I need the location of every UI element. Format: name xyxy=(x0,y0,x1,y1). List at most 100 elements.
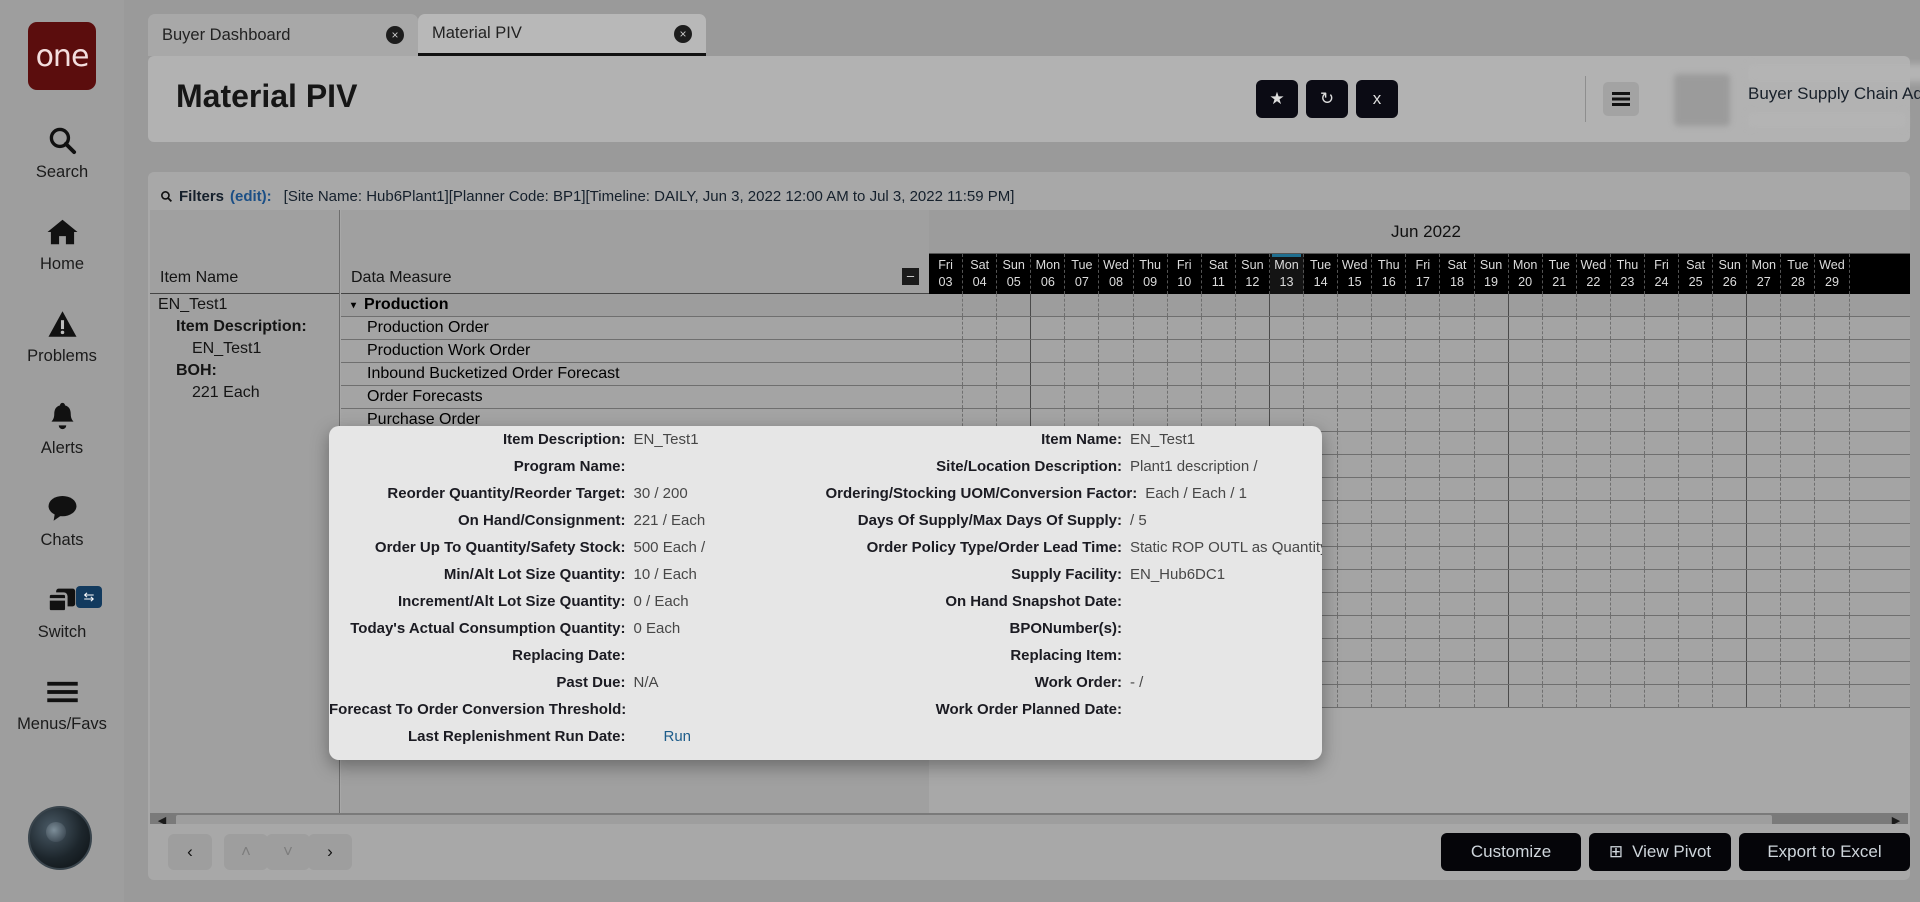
timeline-cell[interactable] xyxy=(1304,294,1339,316)
timeline-cell[interactable] xyxy=(1679,593,1714,615)
timeline-cell[interactable] xyxy=(1679,363,1714,385)
timeline-cell[interactable] xyxy=(1577,317,1611,339)
timeline-cell[interactable] xyxy=(1781,340,1816,362)
measure-group-row[interactable]: ▾ Production xyxy=(341,294,929,317)
timeline-cell[interactable] xyxy=(1577,685,1611,707)
timeline-cell[interactable] xyxy=(1509,547,1543,569)
timeline-cell[interactable] xyxy=(1577,409,1611,431)
timeline-cell[interactable] xyxy=(1134,386,1168,408)
timeline-cell[interactable] xyxy=(1338,593,1373,615)
timeline-cell[interactable] xyxy=(963,317,998,339)
timeline-cell[interactable] xyxy=(1611,501,1645,523)
timeline-cell[interactable] xyxy=(1509,662,1543,684)
timeline-cell[interactable] xyxy=(1781,524,1816,546)
sidebar-item-home[interactable]: Home xyxy=(0,212,124,274)
timeline-cell[interactable] xyxy=(1645,501,1680,523)
timeline-cell[interactable] xyxy=(1577,432,1611,454)
timeline-cell[interactable] xyxy=(1611,593,1645,615)
timeline-cell[interactable] xyxy=(1372,455,1407,477)
timeline-cell[interactable] xyxy=(1372,478,1407,500)
timeline-cell[interactable] xyxy=(1475,501,1509,523)
timeline-cell[interactable] xyxy=(1338,455,1373,477)
timeline-cell[interactable] xyxy=(1713,478,1748,500)
timeline-cell[interactable] xyxy=(1270,340,1305,362)
timeline-cell[interactable] xyxy=(1679,455,1714,477)
day-header-cell[interactable]: Wed 29 xyxy=(1815,254,1850,294)
timeline-cell[interactable] xyxy=(1406,294,1441,316)
timeline-cell[interactable] xyxy=(1543,386,1577,408)
timeline-cell[interactable] xyxy=(1475,616,1509,638)
timeline-cell[interactable] xyxy=(1509,639,1543,661)
timeline-cell[interactable] xyxy=(1747,501,1782,523)
sidebar-item-problems[interactable]: Problems xyxy=(0,304,124,366)
timeline-cell[interactable] xyxy=(1440,386,1475,408)
timeline-cell[interactable] xyxy=(1679,294,1714,316)
timeline-cell[interactable] xyxy=(1781,662,1816,684)
switch-badge-icon[interactable]: ⇆ xyxy=(76,586,102,608)
timeline-cell[interactable] xyxy=(1440,685,1475,707)
timeline-cell[interactable] xyxy=(1781,639,1816,661)
timeline-cell[interactable] xyxy=(1440,317,1475,339)
timeline-cell[interactable] xyxy=(1236,340,1270,362)
timeline-cell[interactable] xyxy=(1372,616,1407,638)
timeline-cell[interactable] xyxy=(1543,639,1577,661)
timeline-cell[interactable] xyxy=(1440,593,1475,615)
timeline-cell[interactable] xyxy=(1202,317,1236,339)
timeline-cell[interactable] xyxy=(1372,524,1407,546)
timeline-cell[interactable] xyxy=(1679,478,1714,500)
timeline-cell[interactable] xyxy=(1509,363,1543,385)
timeline-cell[interactable] xyxy=(1747,685,1782,707)
timeline-cell[interactable] xyxy=(1475,317,1509,339)
timeline-cell[interactable] xyxy=(1475,593,1509,615)
timeline-cell[interactable] xyxy=(1543,409,1577,431)
timeline-cell[interactable] xyxy=(1713,409,1748,431)
sidebar-item-chats[interactable]: Chats xyxy=(0,488,124,550)
timeline-cell[interactable] xyxy=(1679,685,1714,707)
timeline-cell[interactable] xyxy=(1440,547,1475,569)
timeline-cell[interactable] xyxy=(1645,593,1680,615)
day-header-cell[interactable]: Wed 22 xyxy=(1577,254,1611,294)
timeline-cell[interactable] xyxy=(1543,593,1577,615)
timeline-cell[interactable] xyxy=(1099,386,1134,408)
timeline-cell[interactable] xyxy=(1509,478,1543,500)
avatar[interactable] xyxy=(1674,74,1730,126)
timeline-cell[interactable] xyxy=(1440,363,1475,385)
timeline-cell[interactable] xyxy=(1645,524,1680,546)
timeline-cell[interactable] xyxy=(1406,363,1441,385)
timeline-cell[interactable] xyxy=(1645,363,1680,385)
timeline-cell[interactable] xyxy=(1679,616,1714,638)
app-logo[interactable]: one xyxy=(28,22,96,90)
timeline-cell[interactable] xyxy=(1747,409,1782,431)
timeline-cell[interactable] xyxy=(1372,363,1407,385)
day-header-cell[interactable]: Sun 05 xyxy=(997,254,1032,294)
timeline-cell[interactable] xyxy=(1543,524,1577,546)
timeline-cell[interactable] xyxy=(1236,386,1270,408)
timeline-cell[interactable] xyxy=(997,340,1032,362)
timeline-cell[interactable] xyxy=(1815,409,1850,431)
timeline-cell[interactable] xyxy=(1031,317,1066,339)
timeline-cell[interactable] xyxy=(1645,432,1680,454)
timeline-cell[interactable] xyxy=(1713,432,1748,454)
timeline-cell[interactable] xyxy=(1509,616,1543,638)
timeline-cell[interactable] xyxy=(1679,432,1714,454)
timeline-cell[interactable] xyxy=(1679,501,1714,523)
timeline-cell[interactable] xyxy=(1713,593,1748,615)
timeline-cell[interactable] xyxy=(1338,501,1373,523)
day-header-cell[interactable]: Fri 17 xyxy=(1406,254,1441,294)
timeline-cell[interactable] xyxy=(929,386,964,408)
timeline-cell[interactable] xyxy=(1645,409,1680,431)
timeline-cell[interactable] xyxy=(1713,294,1748,316)
timeline-cell[interactable] xyxy=(1509,432,1543,454)
timeline-cell[interactable] xyxy=(963,340,998,362)
sidebar-item-search[interactable]: Search xyxy=(0,120,124,182)
timeline-cell[interactable] xyxy=(1577,662,1611,684)
timeline-cell[interactable] xyxy=(1645,547,1680,569)
timeline-cell[interactable] xyxy=(1747,455,1782,477)
timeline-cell[interactable] xyxy=(1406,501,1441,523)
timeline-cell[interactable] xyxy=(1475,363,1509,385)
timeline-cell[interactable] xyxy=(1713,317,1748,339)
timeline-cell[interactable] xyxy=(929,363,964,385)
timeline-cell[interactable] xyxy=(1747,547,1782,569)
timeline-cell[interactable] xyxy=(1338,547,1373,569)
sidebar-item-switch[interactable]: ⇆ Switch xyxy=(0,580,124,642)
